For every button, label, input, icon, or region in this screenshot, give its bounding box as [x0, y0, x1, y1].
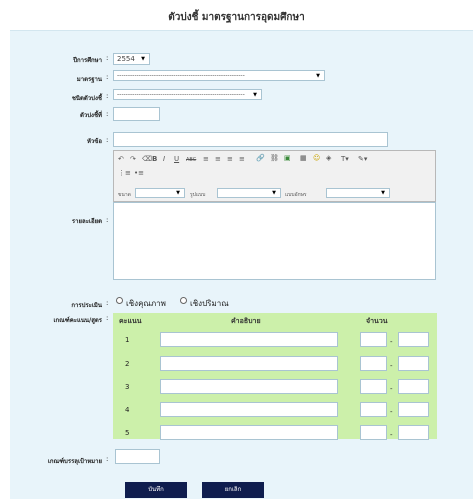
italic-icon[interactable]: I [163, 155, 165, 163]
year-select[interactable]: 2554 ▼ [113, 53, 150, 65]
range-separator: - [390, 431, 393, 439]
text-color-icon[interactable]: T▾ [341, 155, 349, 163]
eval-quantity-radio[interactable] [180, 297, 187, 304]
target-label: เกณฑ์บรรลุเป้าหมาย [47, 458, 102, 465]
range-from-input[interactable] [360, 425, 387, 440]
indicator-type-select[interactable]: ----------------------------------------… [113, 89, 262, 100]
image-icon[interactable]: ▣ [284, 154, 291, 162]
table-row-score: 4 [125, 406, 130, 414]
indicator-no-input[interactable] [113, 107, 160, 121]
colon: : [106, 455, 109, 463]
indicator-type-label: ชนิดตัวบ่งชี้ [71, 95, 102, 102]
description-input[interactable] [160, 402, 338, 417]
redo-icon[interactable]: ↷ [130, 155, 136, 163]
colon: : [106, 299, 109, 307]
indicator-no-label: ตัวบ่งชี้ที่ [79, 112, 102, 119]
year-value: 2554 [117, 55, 135, 63]
cancel-button[interactable]: ยกเลิก [202, 482, 264, 498]
bold-icon[interactable]: B [152, 155, 157, 163]
chevron-down-icon: ▼ [316, 73, 320, 79]
range-to-input[interactable] [398, 425, 429, 440]
table-row-score: 5 [125, 429, 130, 437]
colon: : [106, 216, 109, 224]
undo-icon[interactable]: ↶ [118, 155, 124, 163]
chevron-down-icon: ▼ [176, 190, 180, 196]
table-header-amount: จำนวน [366, 317, 388, 325]
range-to-input[interactable] [398, 379, 429, 394]
range-from-input[interactable] [360, 332, 387, 347]
range-from-input[interactable] [360, 379, 387, 394]
table-header-score: คะแนน [119, 317, 142, 325]
colon: : [106, 314, 109, 322]
font-label: แบบอักษร [285, 192, 307, 198]
save-button[interactable]: บันทึก [125, 482, 187, 498]
align-center-icon[interactable]: ≡ [215, 155, 221, 163]
year-label: ปีการศึกษา [73, 57, 102, 64]
description-input[interactable] [160, 332, 338, 347]
description-input[interactable] [160, 356, 338, 371]
ordered-list-icon[interactable]: ⋮≡ [118, 169, 131, 177]
chevron-down-icon: ▼ [141, 56, 145, 62]
format-label: รูปแบบ [190, 192, 206, 198]
special-char-icon[interactable]: ◈ [326, 154, 331, 162]
range-from-input[interactable] [360, 402, 387, 417]
range-to-input[interactable] [398, 332, 429, 347]
colon: : [106, 92, 109, 100]
table-icon[interactable]: ▦ [300, 154, 307, 162]
criteria-label: เกณฑ์คะแนน/สูตร [53, 317, 102, 324]
unlink-icon[interactable]: ⛓ [270, 154, 279, 162]
page-title: ตัวบ่งชี้ มาตรฐานการอุดมศึกษา [168, 12, 305, 23]
colon: : [106, 73, 109, 81]
smiley-icon[interactable]: ☺ [313, 154, 320, 162]
eval-quality-label: เชิงคุณภาพ [126, 299, 166, 308]
standard-select[interactable]: ----------------------------------------… [113, 70, 325, 81]
colon: : [106, 136, 109, 144]
target-input[interactable] [115, 449, 160, 464]
detail-label: รายละเอียด [71, 218, 102, 225]
range-to-input[interactable] [398, 356, 429, 371]
range-separator: - [390, 362, 393, 370]
align-justify-icon[interactable]: ≡ [239, 155, 245, 163]
range-from-input[interactable] [360, 356, 387, 371]
chevron-down-icon: ▼ [272, 190, 276, 196]
eval-quality-radio[interactable] [116, 297, 123, 304]
range-to-input[interactable] [398, 402, 429, 417]
eval-quantity-label: เชิงปริมาณ [190, 299, 229, 308]
description-input[interactable] [160, 425, 338, 440]
standard-value: ----------------------------------------… [117, 72, 245, 79]
range-separator: - [390, 408, 393, 416]
topic-label: หัวข้อ [86, 138, 102, 145]
standard-label: มาตรฐาน [76, 76, 102, 83]
size-select[interactable]: ▼ [135, 188, 185, 198]
highlight-color-icon[interactable]: ✎▾ [358, 155, 367, 163]
range-separator: - [390, 385, 393, 393]
chevron-down-icon: ▼ [381, 190, 385, 196]
format-select[interactable]: ▼ [217, 188, 281, 198]
link-icon[interactable]: 🔗 [256, 154, 265, 162]
eval-label: การประเมิน [71, 302, 102, 309]
chevron-down-icon: ▼ [253, 92, 257, 98]
align-left-icon[interactable]: ≡ [203, 155, 209, 163]
topic-input[interactable] [113, 132, 388, 147]
underline-icon[interactable]: U [174, 155, 179, 163]
size-label: ขนาด [118, 192, 131, 198]
criteria-table: คะแนน คำอธิบาย จำนวน 1 - 2 - 3 - 4 - 5 - [113, 313, 437, 440]
table-row-score: 3 [125, 383, 130, 391]
eraser-icon[interactable]: ⌫ [142, 155, 152, 163]
unordered-list-icon[interactable]: •≡ [134, 169, 144, 177]
align-right-icon[interactable]: ≡ [227, 155, 233, 163]
colon: : [106, 54, 109, 62]
strikethrough-icon[interactable]: ABC [186, 157, 196, 163]
range-separator: - [390, 338, 393, 346]
description-input[interactable] [160, 379, 338, 394]
colon: : [106, 110, 109, 118]
detail-editor[interactable] [113, 202, 436, 280]
table-row-score: 1 [125, 336, 130, 344]
table-row-score: 2 [125, 360, 130, 368]
font-select[interactable]: ▼ [326, 188, 390, 198]
indicator-type-value: ----------------------------------------… [117, 91, 245, 98]
table-header-description: คำอธิบาย [231, 317, 261, 325]
